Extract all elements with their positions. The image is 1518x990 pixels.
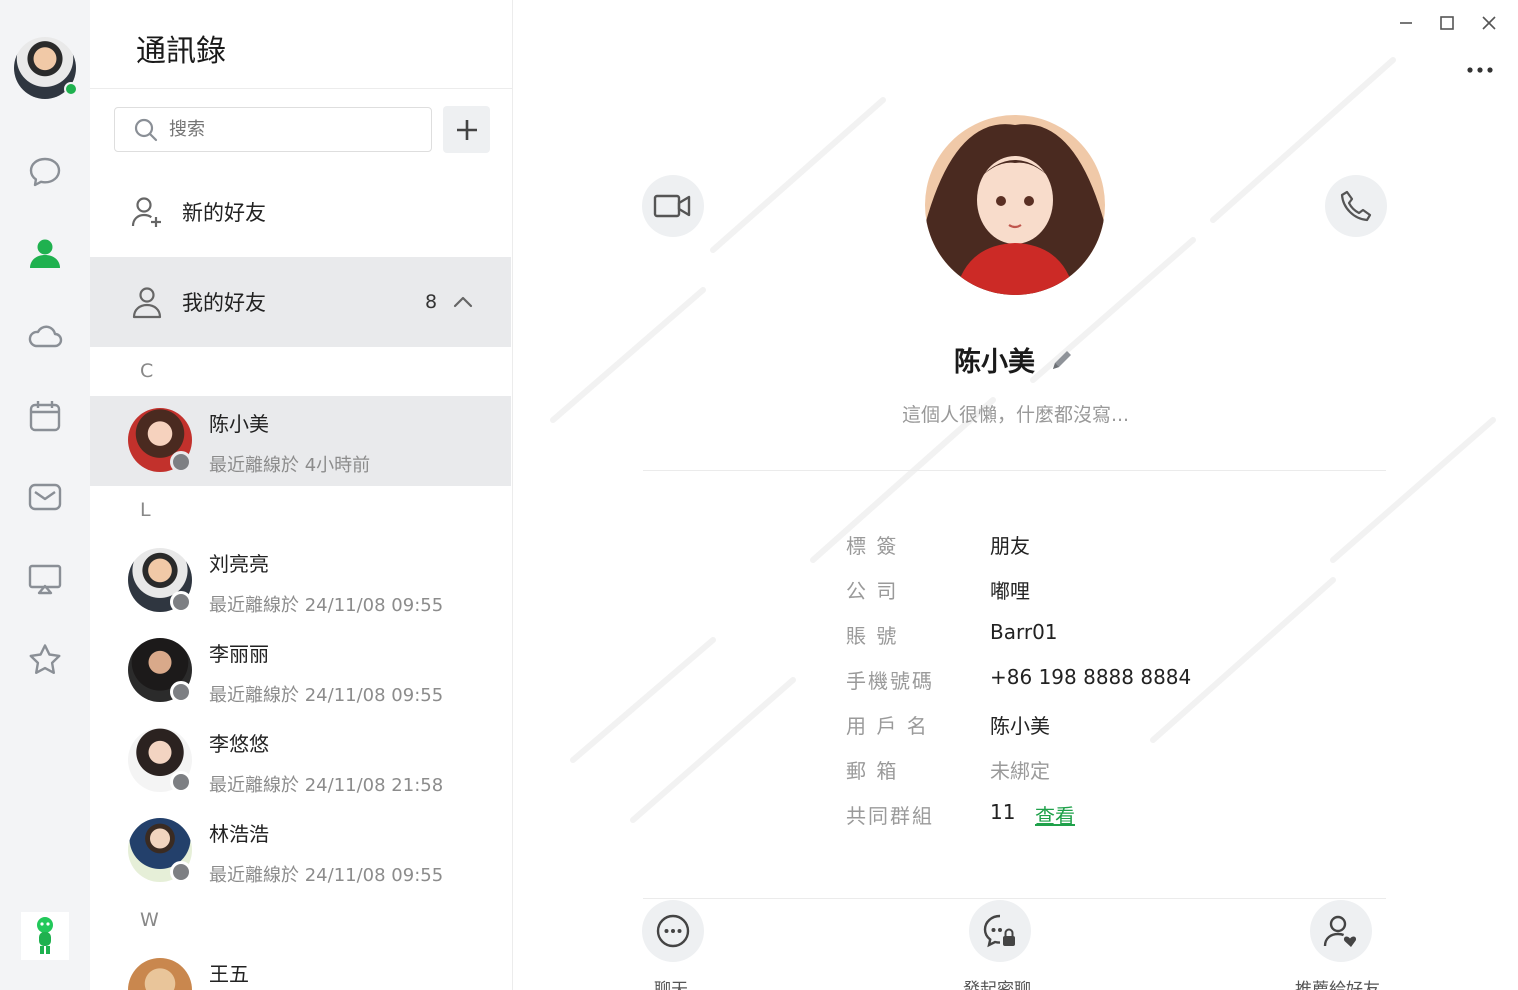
contact-last-seen: 最近離線於 24/11/08 09:55: [209, 865, 444, 886]
contact-last-seen: 最近離線於 24/11/08 09:55: [209, 685, 444, 706]
maximize-icon: [1440, 16, 1454, 30]
secret-chat-button[interactable]: [969, 900, 1031, 962]
my-friends-row[interactable]: 我的好友 8: [90, 257, 511, 347]
contact-name: 刘亮亮: [209, 552, 269, 576]
contact-name: 林浩浩: [209, 822, 269, 846]
contacts-app: 通訊錄 新的好友 我的好友 8 C 陈小美 最近離線於 4小時前 L: [0, 0, 1518, 990]
screen-share-icon[interactable]: [25, 559, 65, 599]
field-label-username: 用 戶 名: [846, 714, 929, 738]
minimize-icon: [1400, 22, 1412, 24]
recommend-friend-button[interactable]: [1310, 900, 1372, 962]
maximize-button[interactable]: [1432, 8, 1462, 38]
chat-button[interactable]: [642, 900, 704, 962]
contact-row[interactable]: 王五: [90, 946, 511, 990]
field-value-company: 嘟哩: [990, 579, 1030, 603]
ellipsis-icon: [1467, 67, 1493, 73]
field-label-common-groups: 共同群組: [846, 804, 934, 828]
contact-last-seen: 最近離線於 24/11/08 09:55: [209, 595, 444, 616]
section-letter-c: C: [140, 360, 154, 382]
contact-detail-name: 陈小美: [954, 347, 1035, 378]
field-value-phone: +86 198 8888 8884: [990, 665, 1192, 689]
contact-name: 李丽丽: [209, 642, 269, 666]
contact-avatar: [128, 958, 192, 990]
plus-icon: [456, 119, 477, 140]
video-camera-icon: [653, 194, 691, 218]
close-icon: [1482, 16, 1496, 30]
section-letter-w: W: [140, 909, 159, 931]
divider: [90, 88, 512, 89]
chevron-up-icon[interactable]: [450, 289, 476, 315]
field-label-company: 公 司: [846, 579, 899, 603]
field-value-tag: 朋友: [990, 534, 1030, 558]
chat-bubble-icon[interactable]: [25, 152, 65, 192]
online-status-dot: [64, 82, 78, 96]
left-rail: [0, 0, 90, 990]
contact-last-seen: 最近離線於 24/11/08 21:58: [209, 775, 444, 796]
search-icon: [134, 118, 158, 141]
offline-status-dot: [170, 591, 192, 613]
field-label-phone: 手機號碼: [846, 669, 934, 693]
mascot-logo: [21, 912, 69, 960]
field-value-email: 未綁定: [990, 759, 1050, 783]
star-icon[interactable]: [25, 640, 65, 680]
contact-name: 李悠悠: [209, 732, 269, 756]
chat-icon: [656, 914, 690, 948]
profile-avatar-image: [925, 115, 1105, 295]
view-groups-link[interactable]: 查看: [1035, 800, 1075, 829]
field-label-email: 郵 箱: [846, 759, 899, 783]
offline-status-dot: [170, 771, 192, 793]
contact-row[interactable]: 李悠悠 最近離線於 24/11/08 21:58: [90, 716, 511, 806]
contact-row[interactable]: 刘亮亮 最近離線於 24/11/08 09:55: [90, 536, 511, 626]
minimize-button[interactable]: [1391, 8, 1421, 38]
contact-row[interactable]: 陈小美 最近離線於 4小時前: [90, 396, 511, 486]
friends-count: 8: [425, 291, 438, 313]
video-call-button[interactable]: [642, 175, 704, 237]
offline-status-dot: [170, 681, 192, 703]
phone-icon: [1340, 190, 1372, 222]
field-label-tag: 標 簽: [846, 534, 899, 558]
cloud-icon[interactable]: [25, 315, 65, 355]
mail-icon[interactable]: [25, 477, 65, 517]
search-box[interactable]: [114, 107, 432, 152]
contact-detail: 陈小美 這個人很懶，什麼都沒寫... 標 簽 朋友 公 司 嘟哩 賬 號 Bar…: [513, 0, 1518, 990]
page-title: 通訊錄: [136, 34, 226, 69]
person-icon[interactable]: [25, 233, 65, 273]
search-input[interactable]: [169, 119, 409, 140]
contact-name: 陈小美: [209, 412, 269, 436]
voice-call-button[interactable]: [1325, 175, 1387, 237]
divider: [643, 470, 1386, 471]
contacts-panel: 通訊錄 新的好友 我的好友 8 C 陈小美 最近離線於 4小時前 L: [90, 0, 513, 990]
recommend-friend-icon: [1323, 915, 1357, 947]
section-letter-l: L: [140, 499, 151, 521]
recommend-friend-label: 推薦給好友: [1295, 980, 1380, 990]
contact-name: 王五: [209, 962, 249, 986]
secret-chat-icon: [983, 914, 1015, 948]
edit-pencil-icon[interactable]: [1048, 346, 1076, 374]
my-friends-label: 我的好友: [182, 291, 266, 315]
contact-last-seen: 最近離線於 4小時前: [209, 455, 371, 476]
more-options-button[interactable]: [1463, 58, 1497, 82]
new-friends-row[interactable]: 新的好友: [90, 168, 512, 256]
new-friends-label: 新的好友: [182, 201, 266, 225]
contact-row[interactable]: 林浩浩 最近離線於 24/11/08 09:55: [90, 806, 511, 896]
add-contact-button[interactable]: [443, 106, 490, 153]
close-button[interactable]: [1474, 8, 1504, 38]
field-value-username: 陈小美: [990, 714, 1050, 738]
profile-avatar[interactable]: [925, 115, 1105, 295]
friends-icon: [132, 287, 162, 319]
secret-chat-label: 發起密聊: [963, 980, 1031, 990]
contact-row[interactable]: 李丽丽 最近離線於 24/11/08 09:55: [90, 626, 511, 716]
field-label-account: 賬 號: [846, 624, 899, 648]
field-value-account: Barr01: [990, 620, 1058, 644]
divider: [643, 898, 1386, 899]
add-friend-icon: [131, 197, 161, 227]
offline-status-dot: [170, 861, 192, 883]
signature-text: 這個人很懶，什麼都沒寫...: [901, 404, 1130, 426]
calendar-icon[interactable]: [25, 396, 65, 436]
field-value-common-groups: 11: [990, 800, 1016, 824]
chat-label: 聊天: [654, 980, 688, 990]
offline-status-dot: [170, 451, 192, 473]
